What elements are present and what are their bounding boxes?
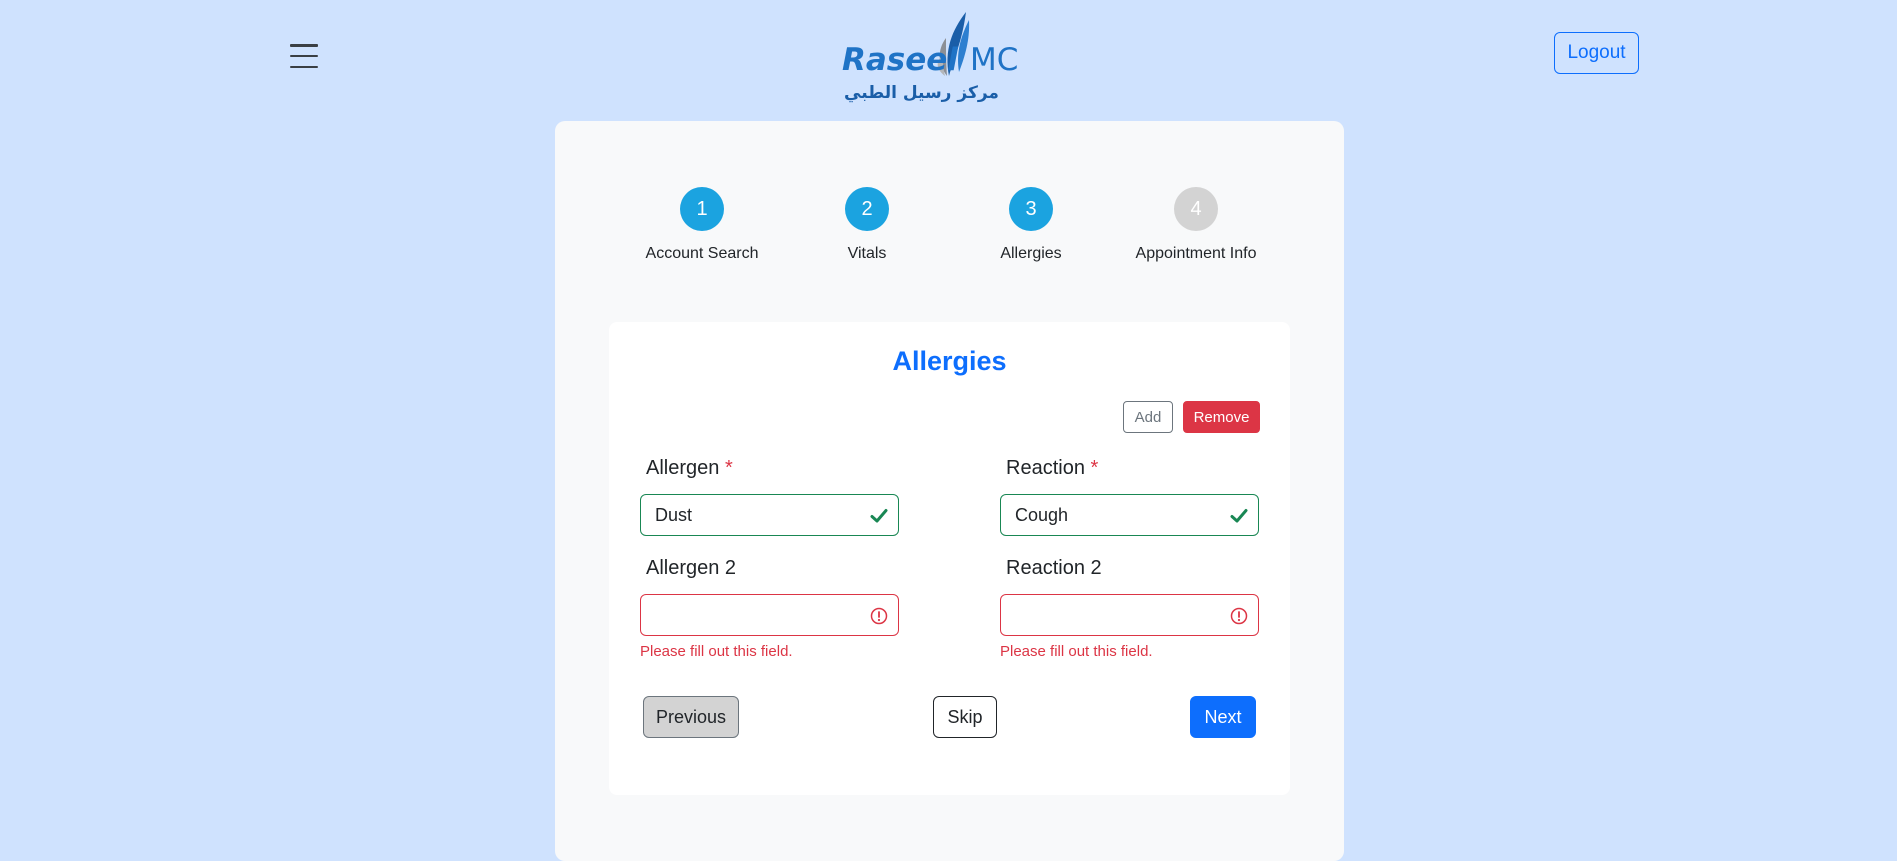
step-label: Allergies: [1000, 245, 1062, 262]
step-label: Vitals: [847, 245, 887, 262]
reaction-2-field: [1000, 594, 1259, 636]
logout-button[interactable]: Logout: [1554, 32, 1639, 74]
required-marker: *: [724, 457, 733, 479]
reaction-label: Reaction *: [1006, 457, 1099, 479]
allergen-input[interactable]: [655, 504, 855, 526]
reaction-input[interactable]: [1015, 504, 1215, 526]
checkmark-icon: [870, 509, 888, 523]
remove-button[interactable]: Remove: [1183, 401, 1260, 433]
reaction-field: [1000, 494, 1259, 536]
allergen-label: Allergen *: [646, 457, 733, 479]
allergies-form: Allergies Add Remove Allergen * Reaction…: [609, 322, 1290, 795]
step-label: Account Search: [645, 245, 759, 262]
svg-text:مركز رسيل الطبي: مركز رسيل الطبي: [844, 83, 999, 103]
allergen-2-feedback: Please fill out this field.: [640, 643, 793, 660]
exclamation-circle-icon: [1230, 607, 1248, 625]
step-vitals[interactable]: 2 Vitals: [777, 187, 957, 263]
required-marker: *: [1090, 457, 1099, 479]
allergen-2-input[interactable]: [655, 604, 855, 626]
next-button[interactable]: Next: [1190, 696, 1256, 738]
step-number: 1: [680, 187, 724, 231]
raseel-mc-logo: Raseel MC مركز رسيل الطبي: [842, 12, 1018, 103]
step-appointment-info[interactable]: 4 Appointment Info: [1106, 187, 1286, 263]
allergen-2-field: [640, 594, 899, 636]
skip-button[interactable]: Skip: [933, 696, 997, 738]
svg-text:Raseel: Raseel: [842, 42, 958, 78]
exclamation-circle-icon: [870, 607, 888, 625]
wizard-card: 1 Account Search 2 Vitals 3 Allergies 4 …: [555, 121, 1344, 861]
form-title: Allergies: [892, 346, 1007, 376]
add-button[interactable]: Add: [1123, 401, 1173, 433]
menu-button[interactable]: [290, 44, 318, 68]
step-label: Appointment Info: [1135, 245, 1257, 262]
hamburger-menu-icon: [290, 44, 318, 47]
reaction-2-feedback: Please fill out this field.: [1000, 643, 1153, 660]
previous-button[interactable]: Previous: [643, 696, 739, 738]
step-number: 3: [1009, 187, 1053, 231]
step-account-search[interactable]: 1 Account Search: [612, 187, 792, 263]
step-number: 2: [845, 187, 889, 231]
allergen-field: [640, 494, 899, 536]
step-number: 4: [1174, 187, 1218, 231]
reaction-2-label: Reaction 2: [1006, 557, 1102, 579]
reaction-2-input[interactable]: [1015, 604, 1215, 626]
svg-text:MC: MC: [970, 42, 1018, 78]
allergen-2-label: Allergen 2: [646, 557, 737, 579]
step-allergies[interactable]: 3 Allergies: [941, 187, 1121, 263]
checkmark-icon: [1230, 509, 1248, 523]
